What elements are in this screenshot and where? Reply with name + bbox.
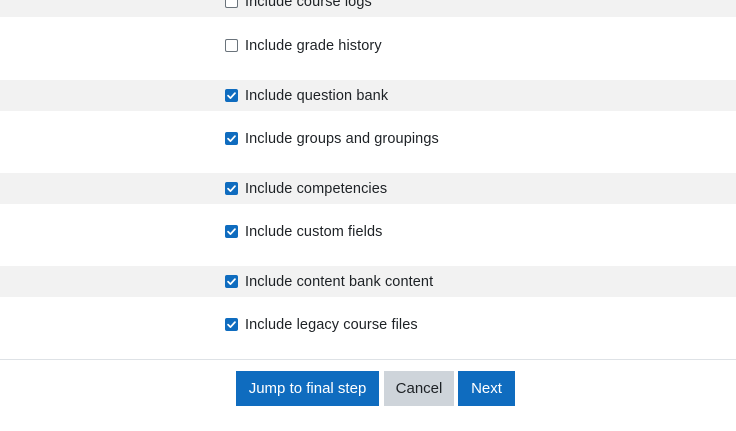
option-label: Include course logs — [245, 0, 372, 10]
next-button[interactable]: Next — [458, 371, 515, 406]
option-question-bank[interactable]: Include question bank — [225, 80, 388, 111]
option-content-bank-content[interactable]: Include content bank content — [225, 266, 433, 297]
option-row-content-bank: Include content bank content — [0, 266, 736, 297]
cancel-button[interactable]: Cancel — [384, 371, 454, 406]
option-row-groups: Include groups and groupings — [0, 123, 736, 154]
option-course-logs[interactable]: Include course logs — [225, 0, 372, 17]
jump-to-final-step-button[interactable]: Jump to final step — [236, 371, 379, 406]
checkmark-icon — [227, 185, 236, 192]
checkbox-course-logs[interactable] — [225, 0, 238, 8]
checkmark-icon — [227, 135, 236, 142]
option-label: Include content bank content — [245, 273, 434, 290]
option-label: Include custom fields — [245, 223, 383, 240]
checkmark-icon — [227, 228, 236, 235]
form-divider — [0, 359, 736, 360]
option-label: Include competencies — [245, 180, 388, 197]
option-row-grade-history: Include grade history — [0, 30, 736, 61]
option-row-course-logs: Include course logs — [0, 0, 736, 17]
option-custom-fields[interactable]: Include custom fields — [225, 216, 383, 247]
checkmark-icon — [227, 321, 236, 328]
option-competencies[interactable]: Include competencies — [225, 173, 387, 204]
option-row-question-bank: Include question bank — [0, 80, 736, 111]
checkbox-grade-history[interactable] — [225, 39, 238, 52]
checkbox-groups-and-groupings[interactable] — [225, 132, 238, 145]
option-row-legacy-files: Include legacy course files — [0, 309, 736, 340]
checkbox-question-bank[interactable] — [225, 89, 238, 102]
option-groups-and-groupings[interactable]: Include groups and groupings — [225, 123, 439, 154]
checkbox-content-bank-content[interactable] — [225, 275, 238, 288]
checkmark-icon — [227, 278, 236, 285]
checkbox-competencies[interactable] — [225, 182, 238, 195]
checkbox-legacy-course-files[interactable] — [225, 318, 238, 331]
checkbox-custom-fields[interactable] — [225, 225, 238, 238]
option-label: Include question bank — [245, 87, 389, 104]
option-legacy-course-files[interactable]: Include legacy course files — [225, 309, 418, 340]
option-row-custom-fields: Include custom fields — [0, 216, 736, 247]
option-row-competencies: Include competencies — [0, 173, 736, 204]
checkmark-icon — [227, 92, 236, 99]
option-label: Include groups and groupings — [245, 130, 439, 147]
option-label: Include grade history — [245, 37, 382, 54]
option-label: Include legacy course files — [245, 316, 418, 333]
option-grade-history[interactable]: Include grade history — [225, 30, 382, 61]
